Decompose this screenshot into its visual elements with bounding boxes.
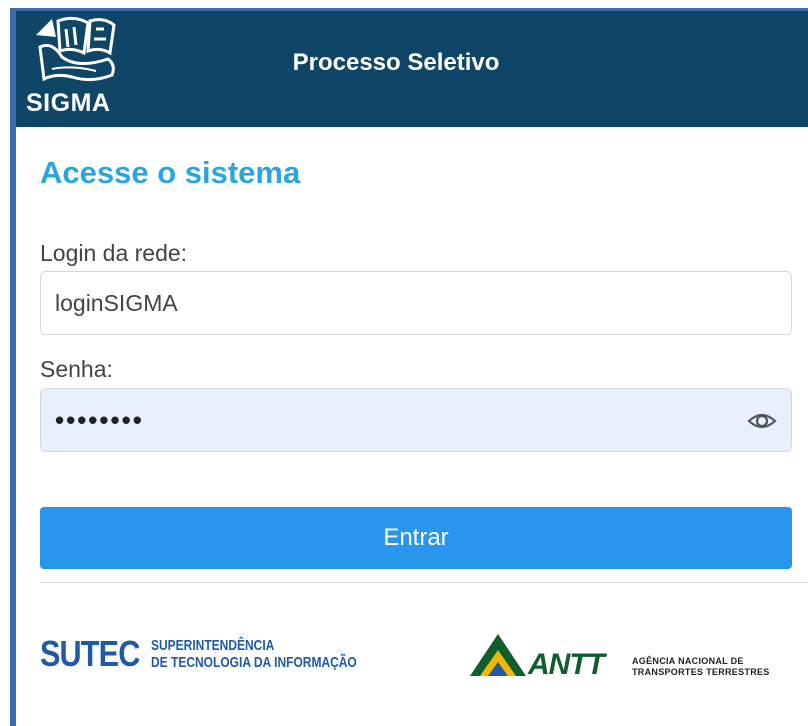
password-input[interactable]: •••••••• [40,388,792,452]
sutec-logo: SUTEC SUPERINTENDÊNCIA DE TECNOLOGIA DA … [40,636,408,672]
page-title-text: Processo Seletivo [292,49,500,76]
footer-divider [40,582,808,583]
password-label: Senha: [40,356,113,382]
antt-logo: ANTT AGÊNCIA NACIONAL DE TRANSPORTES TER… [468,632,788,681]
antt-triangle-icon [470,634,526,676]
antt-line-2: TRANSPORTES TERRESTRES [632,667,770,677]
sutec-line-2: DE TECNOLOGIA DA INFORMAÇÃO [151,654,357,671]
login-input[interactable]: loginSIGMA [40,271,792,335]
eye-icon[interactable] [747,407,777,435]
sutec-logo-subtitle: SUPERINTENDÊNCIA DE TECNOLOGIA DA INFORM… [151,637,357,671]
login-label: Login da rede: [40,240,188,266]
submit-button[interactable]: Entrar [40,507,792,569]
sutec-logo-main: SUTEC [40,633,140,674]
header-bar: SIGMA Processo Seletivo [16,11,808,127]
antt-logo-word: ANTT [528,648,605,681]
password-input-value: •••••••• [55,404,144,435]
logo-text: SIGMA [26,89,111,117]
antt-logo-subtitle: AGÊNCIA NACIONAL DE TRANSPORTES TERRESTR… [632,656,770,678]
sutec-line-1: SUPERINTENDÊNCIA [151,637,275,654]
login-page: SIGMA Processo Seletivo Acesse o sistema… [0,0,808,726]
login-input-value: loginSIGMA [55,289,178,316]
form-heading: Acesse o sistema [40,155,301,190]
antt-line-1: AGÊNCIA NACIONAL DE [632,656,744,666]
page-title: Processo Seletivo [16,49,808,77]
